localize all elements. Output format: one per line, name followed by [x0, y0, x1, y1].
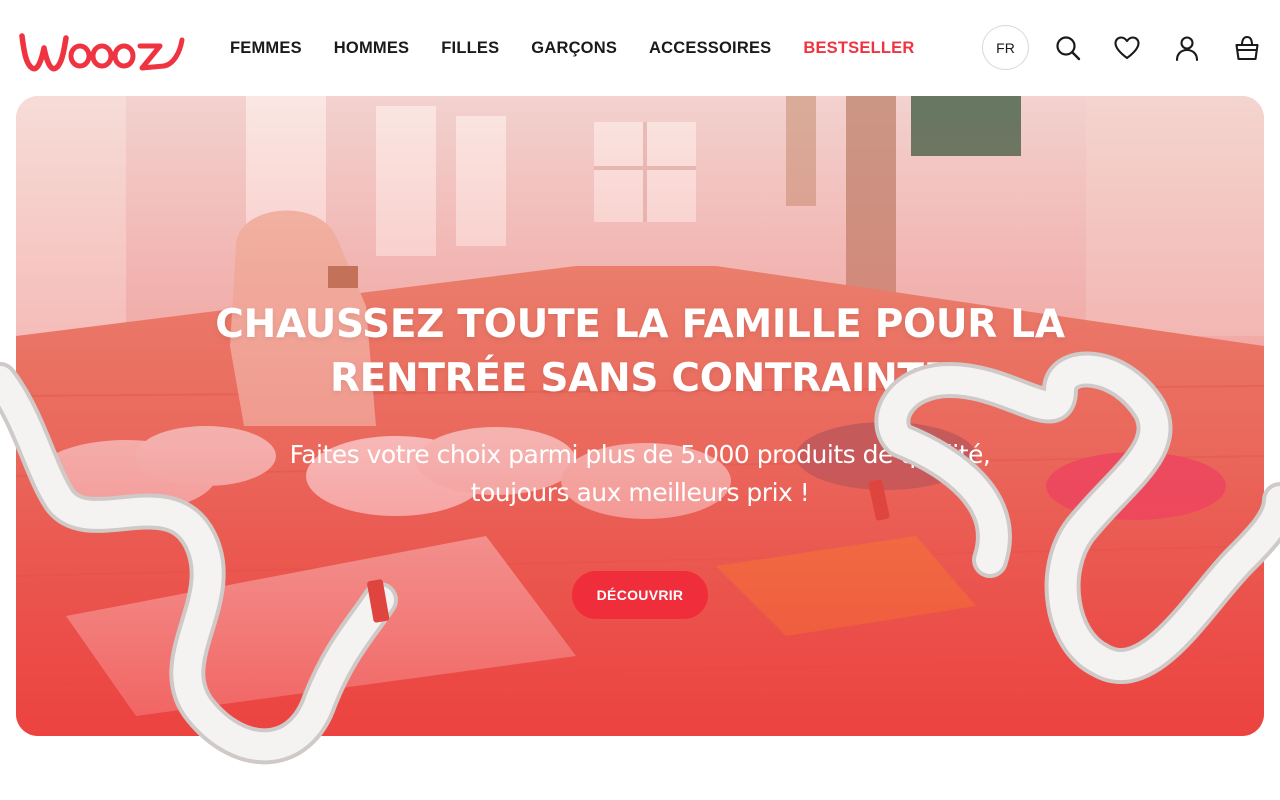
logo-wordmark	[19, 33, 185, 72]
heart-icon	[1114, 36, 1140, 60]
search-icon	[1056, 36, 1081, 61]
cart-button[interactable]	[1231, 32, 1263, 64]
bag-icon	[1235, 35, 1259, 61]
hero-title-line-1: CHAUSSEZ TOUTE LA FAMILLE POUR LA	[215, 302, 1065, 347]
hero-title-line-2: RENTRÉE SANS CONTRAINTE	[329, 356, 951, 401]
hero-subtitle-line-1: Faites votre choix parmi plus de 5.000 p…	[289, 440, 991, 469]
site-header: FEMMES HOMMES FILLES GARÇONS ACCESSOIRES…	[0, 0, 1280, 96]
account-button[interactable]	[1171, 32, 1203, 64]
hero-banner: CHAUSSEZ TOUTE LA FAMILLE POUR LA RENTRÉ…	[16, 96, 1264, 736]
language-selector[interactable]: FR	[982, 25, 1029, 70]
discover-button[interactable]: DÉCOUVRIR	[572, 571, 708, 619]
main-nav: FEMMES HOMMES FILLES GARÇONS ACCESSOIRES…	[230, 36, 946, 60]
hero-subtitle: Faites votre choix parmi plus de 5.000 p…	[16, 436, 1264, 512]
wishlist-button[interactable]	[1111, 32, 1143, 64]
brand-logo[interactable]	[14, 22, 186, 78]
user-icon	[1175, 36, 1199, 62]
search-button[interactable]	[1052, 32, 1084, 64]
nav-item-femmes[interactable]: FEMMES	[230, 39, 302, 58]
nav-item-garcons[interactable]: GARÇONS	[531, 39, 617, 58]
nav-item-hommes[interactable]: HOMMES	[334, 39, 409, 58]
hero-background-image	[16, 96, 1264, 736]
hero-title: CHAUSSEZ TOUTE LA FAMILLE POUR LA RENTRÉ…	[16, 298, 1264, 406]
hero-subtitle-line-2: toujours aux meilleurs prix !	[470, 478, 810, 507]
nav-item-filles[interactable]: FILLES	[441, 39, 499, 58]
nav-item-bestseller[interactable]: BESTSELLER	[803, 39, 914, 58]
nav-item-accessoires[interactable]: ACCESSOIRES	[649, 39, 771, 58]
